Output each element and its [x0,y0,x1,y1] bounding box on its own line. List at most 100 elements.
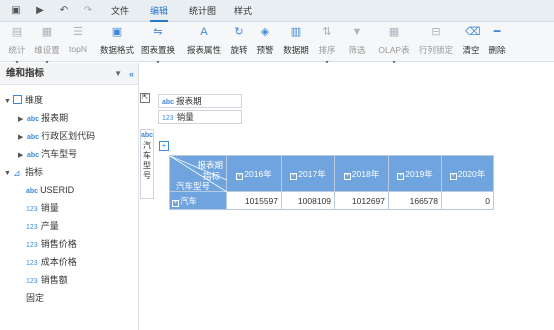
column-header-year[interactable]: +2019年 [388,155,442,192]
measure-icon: ⊿ [13,168,21,178]
table-cell[interactable]: 1008109 [281,191,335,210]
expand-icon[interactable]: + [343,172,351,180]
toolbar-label: OLAP表 [378,45,410,55]
measure-label: 销售额 [40,275,68,285]
toolbar-rotate-button[interactable]: ↻ 旋转 [228,26,250,58]
number-type-icon: 123 [26,224,38,231]
toolbar-olap-table-button[interactable]: ▦OLAP表▾ [376,26,412,66]
tree-measure-item[interactable]: 123 成本价格 [26,253,77,271]
number-type-icon: 123 [26,242,38,249]
corner-toggle-icon[interactable]: ⇱ [140,93,150,103]
row-field-char: 汽 [143,141,151,150]
toolbar-label: 旋转 [230,45,248,55]
toolbar-filter-button[interactable]: ▼ 筛选 [346,26,368,58]
toolbar-label: 图表置换 [140,45,175,55]
toolbar-dimension-settings-button[interactable]: ▦维设置▾ [32,26,62,66]
expand-arrow-icon[interactable]: ▼ [4,93,13,111]
toolbar-clear-button[interactable]: ⌫ 清空 [460,26,482,58]
expand-icon[interactable]: + [236,172,244,180]
tree-measure-item[interactable]: 123 销售额 [26,271,68,289]
clear-icon: ⌫ [465,26,481,38]
collapse-icon[interactable]: « [129,63,134,85]
toolbar-chart-swap-button[interactable]: ⇋图表置换▾ [140,26,176,66]
text-type-icon: abc [26,188,39,195]
toolbar-lock-rowcol-button[interactable]: ⊟ 行列锁定 [416,26,456,58]
toolbar-delete-button[interactable]: ━ 删除 [486,26,508,58]
tree-measure-item[interactable]: 123 产量 [26,217,59,235]
table-cell[interactable]: 1015597 [226,191,282,210]
menu-file[interactable]: 文件 [111,0,129,22]
warning-icon: ◈ [260,26,270,38]
tree-measure-item[interactable]: 123 销售价格 [26,235,77,253]
table-cell[interactable]: 166578 [388,191,442,210]
toolbar-label: 统计 [8,45,26,55]
row-header-car[interactable]: + 汽车 [169,191,227,210]
toolbar-topn-button[interactable]: ☰ topN [66,26,90,58]
toolbar-label: 维设置 [34,45,60,55]
topn-icon: ☰ [73,26,83,38]
expand-arrow-icon[interactable]: ▼ [4,165,13,183]
column-header-year[interactable]: +2018年 [334,155,389,192]
tree-measure-group[interactable]: ▼ ⊿ 指标 [4,163,43,181]
column-header-year[interactable]: +2017年 [281,155,335,192]
tree-measure-item[interactable]: 123 销量 [26,199,59,217]
tree-measure-item[interactable]: abc USERID [26,181,74,199]
data-period-icon: ▥ [290,26,302,38]
measure-field-label: 销量 [176,112,194,122]
toolbar-report-properties-button[interactable]: A 报表属性 [184,26,224,58]
expand-icon[interactable]: + [172,199,179,207]
rotate-icon: ↻ [234,26,244,38]
toolbar-sort-button[interactable]: ⇅排序▾ [316,26,338,66]
measure-label: 产量 [40,221,59,231]
measure-group-label: 指标 [25,167,44,177]
expand-plus-icon[interactable]: + [159,141,169,151]
menu-chart[interactable]: 统计图 [189,0,216,22]
year-label: 2018年 [351,168,380,179]
pin-icon[interactable]: ▼ [114,63,122,85]
row-field-char: 车 [143,151,151,160]
tree-dimension-item[interactable]: ▶ abc 报表期 [18,109,68,127]
pivot-corner-header: 报表期 指标 汽车型号 [169,155,227,192]
column-header-year[interactable]: +2020年 [441,155,494,192]
pivot-workspace: ⇱ abc 报表期 123 销量 abc 汽车型号 + 报表期 指标 汽车型号 +2… [140,63,554,330]
expand-icon[interactable]: + [449,172,457,180]
column-field-box[interactable]: abc 报表期 [158,94,242,108]
toolbar-data-format-button[interactable]: ▣ 数据格式 [98,26,136,58]
redo-icon[interactable]: ↷ [82,5,94,17]
toolbar-label: 预警 [256,45,274,55]
dimension-group-label: 维度 [25,95,44,105]
tree-fixed[interactable]: 固定 [26,289,44,307]
menu-edit[interactable]: 编辑 [150,0,169,22]
column-header-year[interactable]: +2016年 [226,155,282,192]
menu-style[interactable]: 样式 [234,0,252,22]
tree-dimension-item[interactable]: ▶ abc 行政区划代码 [18,127,95,145]
text-type-icon: abc [27,116,40,123]
number-type-icon: 123 [26,206,38,213]
undo-icon[interactable]: ↶ [58,5,70,17]
dimension-settings-icon: ▦ [41,26,53,38]
stats-icon: ▤ [11,26,23,38]
measure-label: 销售价格 [40,239,77,249]
dimension-label: 行政区划代码 [41,131,96,141]
toolbar-stats-button[interactable]: ▤统计▾ [6,26,28,66]
dimension-measure-panel: 维和指标 ▼ « ▼ 维度 ▶ abc 报表期 ▶ abc 行政区划代码 ▶ abc 汽车型号 ▼… [0,63,139,330]
row-field-box[interactable]: abc 汽车型号 [140,129,154,199]
toolbar-warning-button[interactable]: ◈ 预警 [254,26,276,58]
toolbar-data-period-button[interactable]: ▥ 数据期 [280,26,312,58]
year-label: 2020年 [457,168,486,179]
tree-dimension-group[interactable]: ▼ 维度 [4,91,43,109]
run-icon[interactable]: ▶ [34,5,46,17]
save-icon[interactable]: ▣ [10,5,22,17]
measure-label: 成本价格 [40,257,77,267]
table-cell[interactable]: 0 [441,191,494,210]
expand-icon[interactable]: + [290,172,298,180]
expand-icon[interactable]: + [397,172,405,180]
number-type-icon: 123 [162,115,174,122]
measure-field-box[interactable]: 123 销量 [158,110,242,124]
tree-dimension-item[interactable]: ▶ abc 汽车型号 [18,145,77,163]
data-format-icon: ▣ [111,26,123,38]
table-cell[interactable]: 1012697 [334,191,389,210]
measure-label: USERID [40,185,75,195]
corner-label-row: 汽车型号 [176,181,211,191]
year-label: 2016年 [244,168,272,179]
